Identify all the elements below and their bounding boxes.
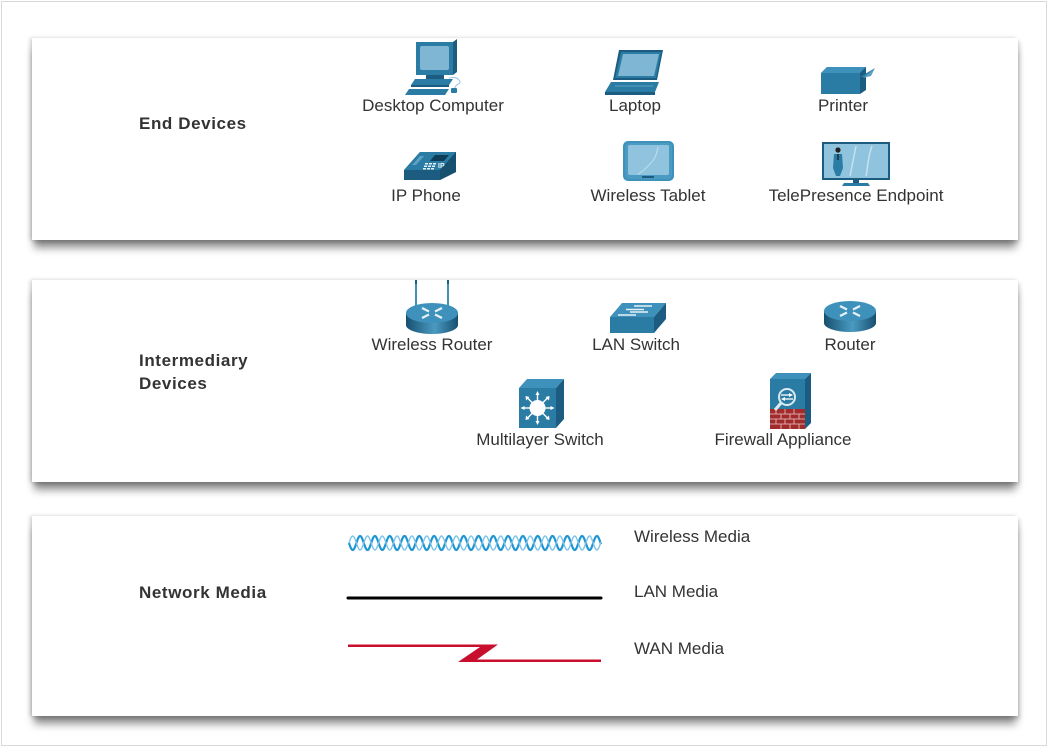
device-firewall-appliance: Firewall Appliance	[700, 369, 866, 450]
device-multilayer-switch: Multilayer Switch	[466, 374, 614, 450]
wireless-router-icon	[406, 280, 458, 334]
ip-badge: IP	[438, 163, 445, 170]
heading-line-2: Devices	[139, 374, 208, 393]
device-label: Firewall Appliance	[714, 430, 852, 449]
wan-media-label: WAN Media	[634, 639, 725, 658]
device-ip-phone: IP IP Phone	[366, 138, 486, 206]
device-lan-switch: LAN Switch	[578, 277, 694, 355]
lan-switch-icon	[610, 303, 666, 333]
device-telepresence-endpoint: TelePresence Endpoint	[756, 138, 956, 206]
device-label: Laptop	[609, 96, 661, 115]
device-wireless-router: Wireless Router	[360, 277, 504, 355]
device-label: Multilayer Switch	[476, 430, 604, 449]
telepresence-endpoint-icon	[822, 142, 890, 186]
device-desktop-computer: Desktop Computer	[350, 38, 516, 116]
desktop-computer-icon	[405, 39, 461, 95]
printer-icon	[821, 67, 875, 94]
wireless-media-icon	[347, 534, 603, 552]
device-label: Wireless Router	[371, 335, 493, 354]
device-label: LAN Switch	[592, 335, 680, 354]
device-router: Router	[808, 277, 892, 355]
device-label: Desktop Computer	[362, 96, 504, 115]
device-laptop: Laptop	[580, 38, 690, 116]
lan-media-icon	[346, 596, 603, 600]
device-label: IP Phone	[391, 186, 461, 205]
end-devices-heading: End Devices	[139, 114, 247, 133]
device-wireless-tablet: Wireless Tablet	[578, 138, 718, 206]
network-media-heading: Network Media	[139, 583, 267, 602]
device-label: Wireless Tablet	[590, 186, 706, 205]
laptop-icon	[605, 50, 663, 95]
device-label: Printer	[817, 96, 869, 115]
intermediary-devices-heading: Intermediary Devices	[139, 349, 248, 395]
device-label: TelePresence Endpoint	[768, 186, 944, 205]
wireless-tablet-icon	[623, 141, 674, 181]
wireless-media-label: Wireless Media	[634, 527, 751, 546]
multilayer-switch-icon	[519, 379, 564, 428]
ip-phone-icon: IP	[404, 152, 456, 180]
lan-media-label: LAN Media	[634, 582, 719, 601]
heading-line-1: Intermediary	[139, 351, 249, 370]
device-printer: Printer	[800, 38, 886, 116]
device-label: Router	[824, 335, 876, 354]
router-icon	[824, 301, 876, 332]
firewall-appliance-icon	[770, 373, 811, 429]
wan-media-icon	[348, 644, 601, 662]
